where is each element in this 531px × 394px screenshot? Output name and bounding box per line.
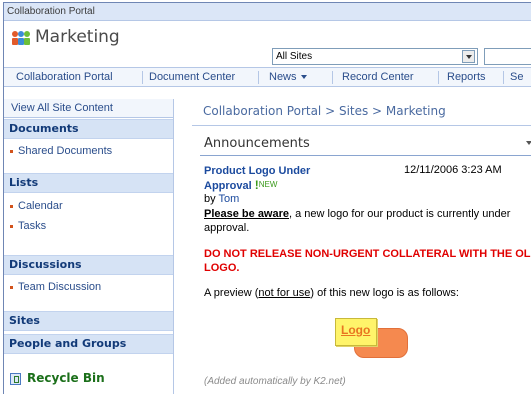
quicklaunch-lists-header[interactable]: Lists [4,173,173,193]
not-for-use-text: not for use [258,287,311,299]
chevron-down-icon[interactable] [462,50,475,63]
recycle-bin-link[interactable]: Recycle Bin [10,371,105,385]
search-scope-select[interactable]: All Sites [272,48,478,65]
footnote: (Added automatically by K2.net) [204,376,346,387]
tab-news-label: News [269,71,297,83]
tab-document-center[interactable]: Document Center [149,68,235,86]
tab-collaboration-portal[interactable]: Collaboration Portal [16,68,113,86]
search-input[interactable] [484,48,531,65]
new-badge: NEW [258,180,278,189]
announcement-title-line2: Approval [204,180,252,192]
logo-preview-image: Logo [334,318,414,362]
portal-link[interactable]: Collaboration Portal [7,6,95,17]
global-breadcrumb-bar: Collaboration Portal [4,3,531,21]
recycle-bin-icon [10,372,21,385]
browser-frame: Collaboration Portal Marketing All Sites… [3,2,531,394]
bullet-icon [10,149,13,153]
webpart-title[interactable]: Announcements [204,136,310,151]
search-scope-value: All Sites [276,51,313,62]
sidebar-item-shared-documents[interactable]: Shared Documents [10,145,112,157]
announcement-date: 12/11/2006 3:23 AM [404,164,502,176]
site-title[interactable]: Marketing [35,27,120,47]
breadcrumb[interactable]: Collaboration Portal > Sites > Marketing [203,104,446,118]
tab-separator [438,71,439,84]
chevron-down-icon [300,75,307,80]
divider [192,125,531,126]
chevron-down-icon[interactable] [526,141,531,145]
tab-separator [503,71,504,84]
announcement-title-link[interactable]: Product Logo Under Approval !NEW [204,164,354,193]
preview-text-start: A preview ( [204,287,259,299]
sidebar-item-label: Team Discussion [18,281,102,293]
divider [200,155,531,156]
quick-launch: View All Site Content Documents Shared D… [4,99,174,394]
tab-separator [332,71,333,84]
author-link[interactable]: Tom [218,193,239,205]
preview-text: A preview (not for use) of this new logo… [204,287,531,299]
bullet-icon [10,204,13,208]
sidebar-item-calendar[interactable]: Calendar [10,200,63,212]
bullet-icon [10,224,13,228]
people-icon [12,31,30,45]
tab-reports[interactable]: Reports [447,68,486,86]
sidebar-item-label: Calendar [18,200,63,212]
byline-prefix: by [204,193,216,205]
preview-text-end: ) of this new logo is as follows: [310,287,459,299]
announcement-body: Please be aware, a new logo for our prod… [204,207,524,235]
sidebar-item-team-discussion[interactable]: Team Discussion [10,281,101,293]
sidebar-item-tasks[interactable]: Tasks [10,220,46,232]
recycle-bin-label: Recycle Bin [27,371,105,385]
tab-news[interactable]: News [269,68,307,86]
announcement-byline: by Tom [204,193,239,205]
logo-word: Logo [341,323,371,337]
announcement-title-line1: Product Logo Under [204,165,311,177]
bullet-icon [10,285,13,289]
sidebar-item-label: Tasks [18,220,47,232]
warning-text: DO NOT RELEASE NON-URGENT COLLATERAL WIT… [204,248,531,274]
sidebar-item-label: Shared Documents [18,145,113,157]
tab-search-center[interactable]: Se [510,68,523,86]
site-header: Marketing All Sites [4,22,531,67]
quicklaunch-documents-header[interactable]: Documents [4,119,173,139]
tab-record-center[interactable]: Record Center [342,68,414,86]
quicklaunch-sites-header[interactable]: Sites [4,311,173,331]
tab-separator [258,71,259,84]
top-navigation: Collaboration Portal Document Center New… [4,67,531,87]
view-all-site-content-link[interactable]: View All Site Content [4,99,173,118]
quicklaunch-people-header[interactable]: People and Groups [4,334,173,354]
tab-separator [142,71,143,84]
emphasis-text: Please be aware [204,208,290,220]
quicklaunch-discussions-header[interactable]: Discussions [4,255,173,275]
